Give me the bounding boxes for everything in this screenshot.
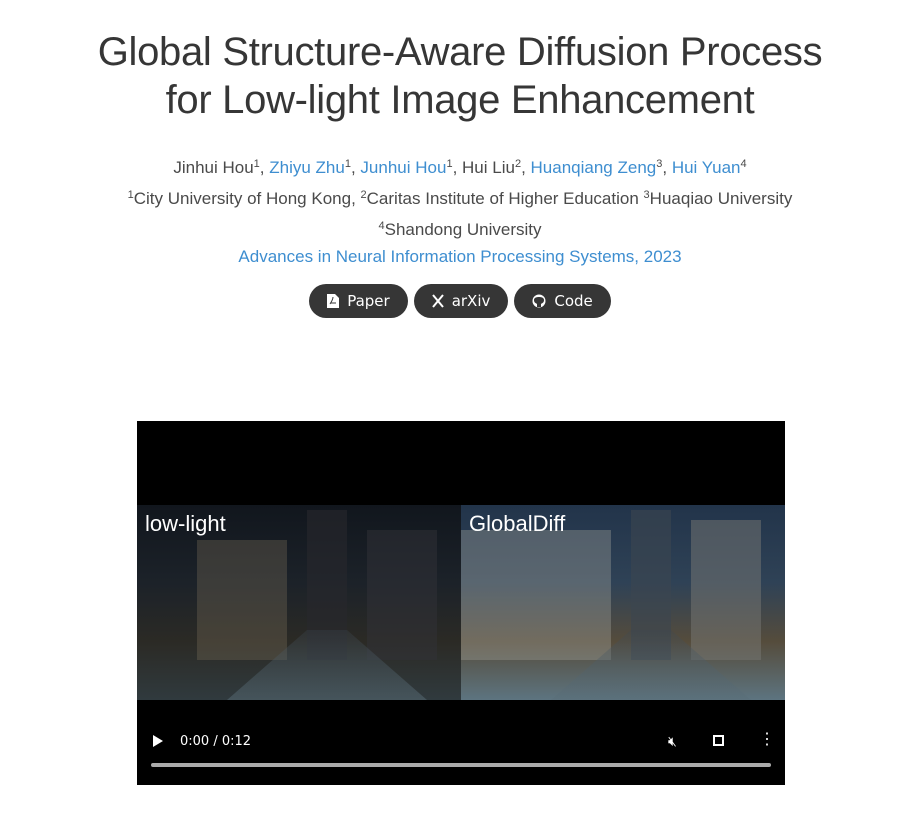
video-controls: 0:00 / 0:12 🔇︎ ⋮ bbox=[137, 727, 785, 767]
affiliations: 1City University of Hong Kong, 2Caritas … bbox=[127, 189, 793, 208]
globaldiff-frame: GlobalDiff bbox=[461, 505, 785, 700]
title-line-1: Global Structure-Aware Diffusion Process bbox=[97, 30, 823, 74]
link-buttons: Paper arXiv Code bbox=[0, 284, 920, 318]
venue-link[interactable]: Advances in Neural Information Processin… bbox=[0, 241, 920, 272]
arxiv-button[interactable]: arXiv bbox=[413, 284, 509, 318]
author-link[interactable]: Huanqiang Zeng3 bbox=[531, 158, 663, 177]
author-link[interactable]: Junhui Hou1 bbox=[360, 158, 452, 177]
video-player[interactable]: low-light GlobalDiff 0:00 / 0:12 🔇︎ ⋮ bbox=[137, 421, 785, 785]
more-options-icon[interactable]: ⋮ bbox=[759, 732, 775, 748]
paper-button[interactable]: Paper bbox=[309, 284, 408, 318]
fullscreen-icon[interactable] bbox=[713, 735, 724, 746]
globaldiff-label: GlobalDiff bbox=[469, 511, 566, 536]
author-link[interactable]: Zhiyu Zhu1 bbox=[269, 158, 351, 177]
low-light-label: low-light bbox=[145, 511, 226, 536]
time-display: 0:00 / 0:12 bbox=[180, 734, 252, 749]
title-line-2: for Low-light Image Enhancement bbox=[165, 78, 755, 122]
code-button[interactable]: Code bbox=[514, 284, 611, 318]
author-list: Jinhui Hou1, Zhiyu Zhu1, Junhui Hou1, Hu… bbox=[173, 158, 747, 177]
github-icon bbox=[532, 294, 546, 308]
low-light-frame: low-light bbox=[137, 505, 461, 700]
arxiv-icon bbox=[431, 294, 444, 308]
play-icon[interactable] bbox=[153, 735, 163, 747]
progress-scrubber[interactable] bbox=[151, 763, 771, 767]
muted-icon[interactable]: 🔇︎ bbox=[668, 733, 677, 750]
author-link[interactable]: Hui Yuan4 bbox=[672, 158, 747, 177]
page-title: Global Structure-Aware Diffusion Process… bbox=[0, 28, 920, 124]
author: Jinhui Hou1 bbox=[173, 158, 260, 177]
author: Hui Liu2 bbox=[462, 158, 522, 177]
author-block: Jinhui Hou1, Zhiyu Zhu1, Junhui Hou1, Hu… bbox=[0, 152, 920, 272]
pdf-icon bbox=[327, 294, 340, 308]
